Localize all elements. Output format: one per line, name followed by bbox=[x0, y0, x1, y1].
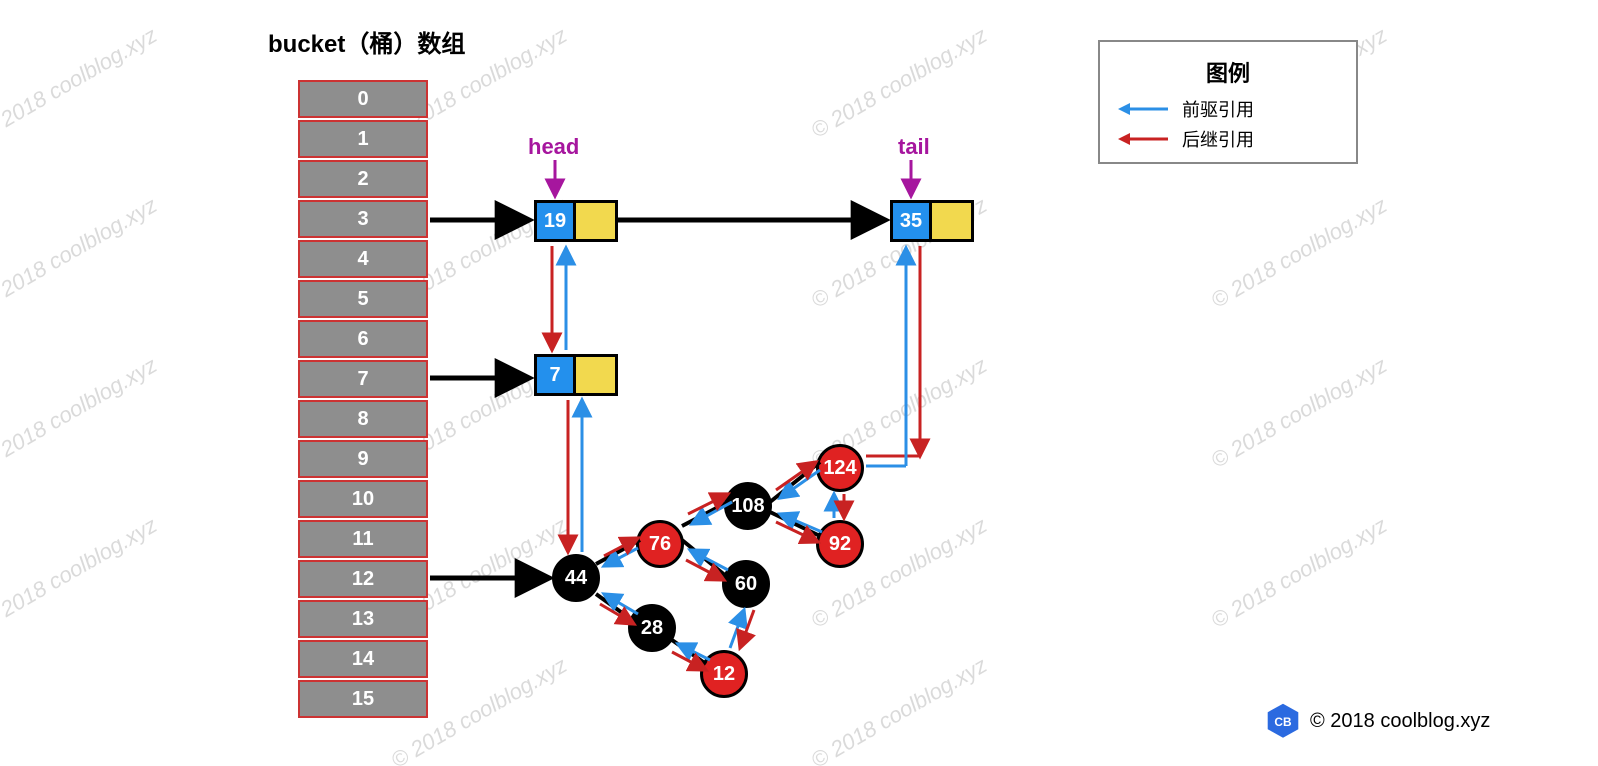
tree-node-108: 108 bbox=[724, 482, 772, 530]
bucket-13: 13 bbox=[298, 600, 428, 638]
bucket-2: 2 bbox=[298, 160, 428, 198]
list-node-mid-ptr bbox=[576, 354, 618, 396]
bucket-9: 9 bbox=[298, 440, 428, 478]
head-label: head bbox=[528, 134, 579, 160]
list-node-head: 19 bbox=[534, 200, 618, 242]
list-node-mid-value: 7 bbox=[534, 354, 576, 396]
legend-prev-label: 前驱引用 bbox=[1182, 96, 1254, 122]
bucket-11: 11 bbox=[298, 520, 428, 558]
bucket-10: 10 bbox=[298, 480, 428, 518]
tree-node-124: 124 bbox=[816, 444, 864, 492]
bucket-12: 12 bbox=[298, 560, 428, 598]
bucket-array: 0 1 2 3 4 5 6 7 8 9 10 11 12 13 14 15 bbox=[298, 80, 428, 720]
legend: 图例 前驱引用 后继引用 bbox=[1098, 40, 1358, 164]
copyright: CB © 2018 coolblog.xyz bbox=[1266, 702, 1490, 740]
bucket-14: 14 bbox=[298, 640, 428, 678]
tree-node-28: 28 bbox=[628, 604, 676, 652]
prev-arrow-icon bbox=[1118, 99, 1168, 119]
tree-node-44: 44 bbox=[552, 554, 600, 602]
watermark: © 2018 coolblog.xyz bbox=[0, 352, 162, 474]
watermark: © 2018 coolblog.xyz bbox=[1207, 192, 1392, 314]
watermark: © 2018 coolblog.xyz bbox=[0, 512, 162, 634]
tree-node-92: 92 bbox=[816, 520, 864, 568]
watermark: © 2018 coolblog.xyz bbox=[1207, 352, 1392, 474]
diagram-stage: © 2018 coolblog.xyz © 2018 coolblog.xyz … bbox=[0, 0, 1598, 766]
tree-node-60: 60 bbox=[722, 560, 770, 608]
diagram-title: bucket（桶）数组 bbox=[268, 24, 465, 59]
cb-badge-icon: CB bbox=[1266, 702, 1300, 740]
watermark: © 2018 coolblog.xyz bbox=[1207, 512, 1392, 634]
bucket-6: 6 bbox=[298, 320, 428, 358]
svg-text:CB: CB bbox=[1274, 715, 1292, 729]
list-node-head-value: 19 bbox=[534, 200, 576, 242]
watermark: © 2018 coolblog.xyz bbox=[807, 652, 992, 766]
bucket-0: 0 bbox=[298, 80, 428, 118]
legend-next-label: 后继引用 bbox=[1182, 126, 1254, 152]
legend-row-prev: 前驱引用 bbox=[1110, 94, 1346, 124]
watermark: © 2018 coolblog.xyz bbox=[807, 22, 992, 144]
list-node-tail: 35 bbox=[890, 200, 974, 242]
watermark: © 2018 coolblog.xyz bbox=[0, 192, 162, 314]
bucket-7: 7 bbox=[298, 360, 428, 398]
copyright-text: © 2018 coolblog.xyz bbox=[1310, 710, 1490, 733]
bucket-8: 8 bbox=[298, 400, 428, 438]
legend-title: 图例 bbox=[1110, 56, 1346, 88]
bucket-3: 3 bbox=[298, 200, 428, 238]
list-node-head-ptr bbox=[576, 200, 618, 242]
tree-node-12: 12 bbox=[700, 650, 748, 698]
list-node-mid: 7 bbox=[534, 354, 618, 396]
tail-label: tail bbox=[898, 134, 930, 160]
bucket-15: 15 bbox=[298, 680, 428, 718]
bucket-4: 4 bbox=[298, 240, 428, 278]
connections-overlay bbox=[0, 0, 1598, 766]
list-node-tail-value: 35 bbox=[890, 200, 932, 242]
tree-node-76: 76 bbox=[636, 520, 684, 568]
list-node-tail-ptr bbox=[932, 200, 974, 242]
legend-row-next: 后继引用 bbox=[1110, 124, 1346, 154]
bucket-5: 5 bbox=[298, 280, 428, 318]
next-arrow-icon bbox=[1118, 129, 1168, 149]
watermark: © 2018 coolblog.xyz bbox=[0, 22, 162, 144]
bucket-1: 1 bbox=[298, 120, 428, 158]
